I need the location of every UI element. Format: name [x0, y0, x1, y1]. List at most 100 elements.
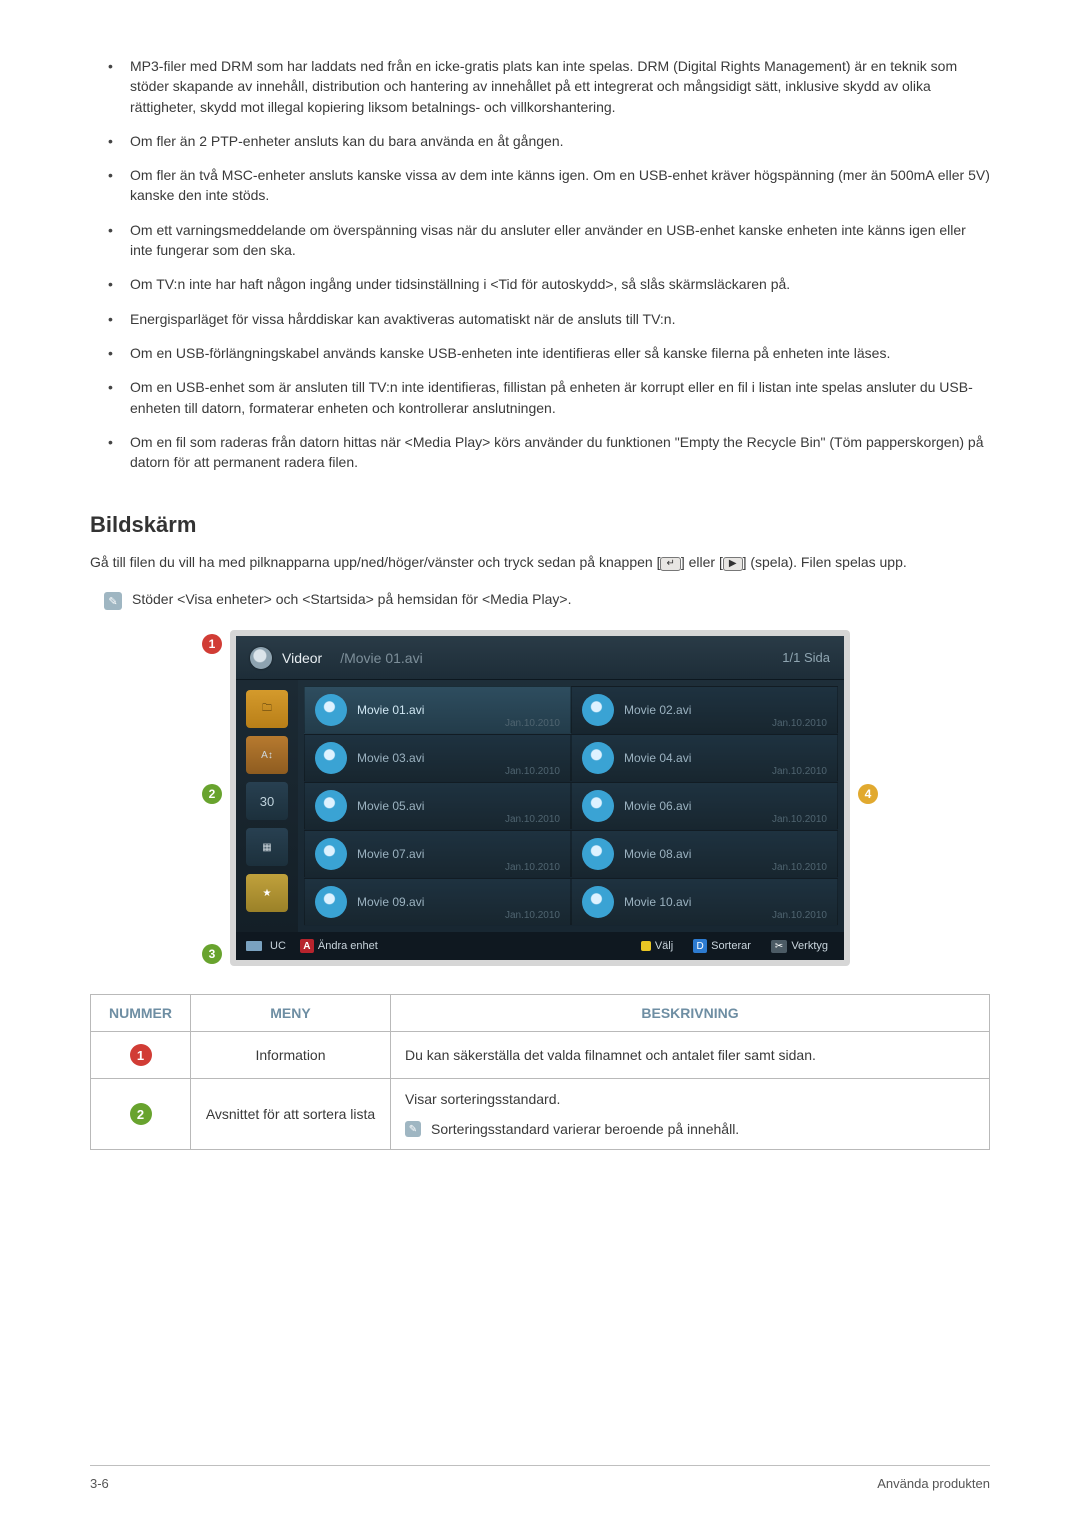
movie-file-icon — [315, 694, 347, 726]
sidebar-count[interactable]: 30 — [246, 782, 288, 820]
file-grid: Movie 01.aviJan.10.2010Movie 02.aviJan.1… — [298, 680, 844, 932]
button-a-icon[interactable]: A — [300, 939, 314, 953]
media-play-screenshot: 1 2 3 4 Videor /Movie 01.avi 1/1 Sida 🗀 … — [230, 630, 850, 966]
screenshot-footer: UC AÄndra enhet Välj DSorterar ✂Verktyg — [236, 932, 844, 960]
table-num-cell: 1 — [91, 1032, 191, 1079]
intro-text: Gå till filen du vill ha med pilknapparn… — [90, 554, 660, 570]
note-line: ✎ Stöder <Visa enheter> och <Startsida> … — [90, 591, 990, 610]
sidebar-star-icon[interactable]: ★ — [246, 874, 288, 912]
bullet-item: Om TV:n inte har haft någon ingång under… — [130, 274, 990, 294]
file-name: Movie 07.avi — [357, 847, 424, 861]
file-date: Jan.10.2010 — [772, 718, 827, 729]
file-item[interactable]: Movie 04.avi Jan.10.2010 — [571, 734, 838, 782]
file-date: Jan.10.2010 — [772, 766, 827, 777]
file-item[interactable]: Movie 10.avi Jan.10.2010 — [571, 878, 838, 926]
bullet-item: Om fler än två MSC-enheter ansluts kansk… — [130, 165, 990, 206]
sidebar-view-icon[interactable]: A↕ — [246, 736, 288, 774]
table-header-menu: MENY — [191, 995, 391, 1032]
callout-4: 4 — [858, 784, 878, 804]
movie-file-icon — [582, 886, 614, 918]
file-date: Jan.10.2010 — [505, 910, 560, 921]
file-name: Movie 03.avi — [357, 751, 424, 765]
desc-text: Visar sorteringsstandard. — [405, 1091, 975, 1107]
table-desc-cell: Du kan säkerställa det valda filnamnet o… — [391, 1032, 990, 1079]
file-name: Movie 06.avi — [624, 799, 691, 813]
page-indicator: 1/1 Sida — [782, 650, 830, 665]
table-desc-cell: Visar sorteringsstandard. ✎ Sorteringsstan… — [391, 1079, 990, 1150]
sort-sidebar: 🗀 A↕ 30 ▦ ★ — [236, 680, 298, 932]
file-item[interactable]: Movie 03.avi Jan.10.2010 — [304, 734, 571, 782]
bullet-item: Om en fil som raderas från datorn hittas… — [130, 432, 990, 473]
file-item[interactable]: Movie 09.avi Jan.10.2010 — [304, 878, 571, 926]
file-date: Jan.10.2010 — [505, 862, 560, 873]
intro-text: ] (spela). Filen spelas upp. — [743, 554, 907, 570]
movie-file-icon — [315, 742, 347, 774]
button-c-icon[interactable] — [641, 941, 651, 951]
footer-page-number: 3-6 — [90, 1476, 109, 1491]
footer-section-name: Använda produkten — [877, 1476, 990, 1491]
table-menu-cell: Information — [191, 1032, 391, 1079]
file-item[interactable]: Movie 07.avi Jan.10.2010 — [304, 830, 571, 878]
bullet-item: Om ett varningsmeddelande om överspännin… — [130, 220, 990, 261]
info-note-icon: ✎ — [104, 592, 122, 610]
desc-note-text: Sorteringsstandard varierar beroende på … — [431, 1121, 739, 1137]
note-text: Stöder <Visa enheter> och <Startsida> på… — [132, 591, 571, 610]
num-badge: 1 — [130, 1044, 152, 1066]
intro-text: ] eller [ — [681, 554, 723, 570]
movie-file-icon — [315, 790, 347, 822]
button-d-icon[interactable]: D — [693, 939, 707, 953]
file-date: Jan.10.2010 — [772, 862, 827, 873]
table-header-desc: BESKRIVNING — [391, 995, 990, 1032]
file-date: Jan.10.2010 — [772, 910, 827, 921]
table-body: 1 Information Du kan säkerställa det valda… — [91, 1032, 990, 1150]
file-name: Movie 05.avi — [357, 799, 424, 813]
breadcrumb-file: /Movie 01.avi — [340, 650, 422, 666]
table-header-num: NUMMER — [91, 995, 191, 1032]
callout-2: 2 — [202, 784, 222, 804]
table-row: 2Avsnittet för att sortera listaVisar so… — [91, 1079, 990, 1150]
screenshot-header: Videor /Movie 01.avi 1/1 Sida — [236, 636, 844, 680]
file-item[interactable]: Movie 02.avi Jan.10.2010 — [571, 686, 838, 734]
movie-file-icon — [582, 742, 614, 774]
table-num-cell: 2 — [91, 1079, 191, 1150]
file-date: Jan.10.2010 — [505, 766, 560, 777]
file-name: Movie 01.avi — [357, 703, 424, 717]
movie-file-icon — [315, 886, 347, 918]
table-row: 1 Information Du kan säkerställa det valda… — [91, 1032, 990, 1079]
file-name: Movie 08.avi — [624, 847, 691, 861]
page-footer: 3-6 Använda produkten — [90, 1465, 990, 1491]
sidebar-folder-icon[interactable]: 🗀 — [246, 690, 288, 728]
footer-d-label: Sorterar — [711, 940, 751, 952]
bullet-item: Om en USB-enhet som är ansluten till TV:… — [130, 377, 990, 418]
intro-paragraph: Gå till filen du vill ha med pilknapparn… — [90, 552, 990, 573]
file-item[interactable]: Movie 01.aviJan.10.2010 — [304, 686, 571, 734]
file-date: Jan.10.2010 — [772, 814, 827, 825]
info-note-icon: ✎ — [405, 1121, 421, 1137]
file-date: Jan.10.2010 — [505, 814, 560, 825]
movie-file-icon — [582, 838, 614, 870]
movie-file-icon — [582, 790, 614, 822]
movie-file-icon — [315, 838, 347, 870]
movie-file-icon — [582, 694, 614, 726]
file-name: Movie 10.avi — [624, 895, 691, 909]
desc-text: Du kan säkerställa det valda filnamnet o… — [405, 1047, 975, 1063]
file-item[interactable]: Movie 06.avi Jan.10.2010 — [571, 782, 838, 830]
bullet-item: Energisparläget för vissa hårddiskar kan… — [130, 309, 990, 329]
footer-a-label: Ändra enhet — [318, 940, 378, 952]
tools-icon[interactable]: ✂ — [771, 940, 787, 953]
num-badge: 2 — [130, 1103, 152, 1125]
sidebar-grid-icon[interactable]: ▦ — [246, 828, 288, 866]
device-icon — [246, 941, 262, 951]
file-item[interactable]: Movie 05.avi Jan.10.2010 — [304, 782, 571, 830]
description-table: NUMMER MENY BESKRIVNING 1 Information Du k… — [90, 994, 990, 1150]
section-heading: Bildskärm — [90, 512, 990, 538]
callout-1: 1 — [202, 634, 222, 654]
file-name: Movie 09.avi — [357, 895, 424, 909]
file-name: Movie 04.avi — [624, 751, 691, 765]
table-menu-cell: Avsnittet för att sortera lista — [191, 1079, 391, 1150]
file-item[interactable]: Movie 08.avi Jan.10.2010 — [571, 830, 838, 878]
reel-icon — [250, 647, 272, 669]
footer-tool-label: Verktyg — [791, 940, 828, 952]
file-name: Movie 02.avi — [624, 703, 691, 717]
play-icon: ▶ — [723, 557, 743, 571]
